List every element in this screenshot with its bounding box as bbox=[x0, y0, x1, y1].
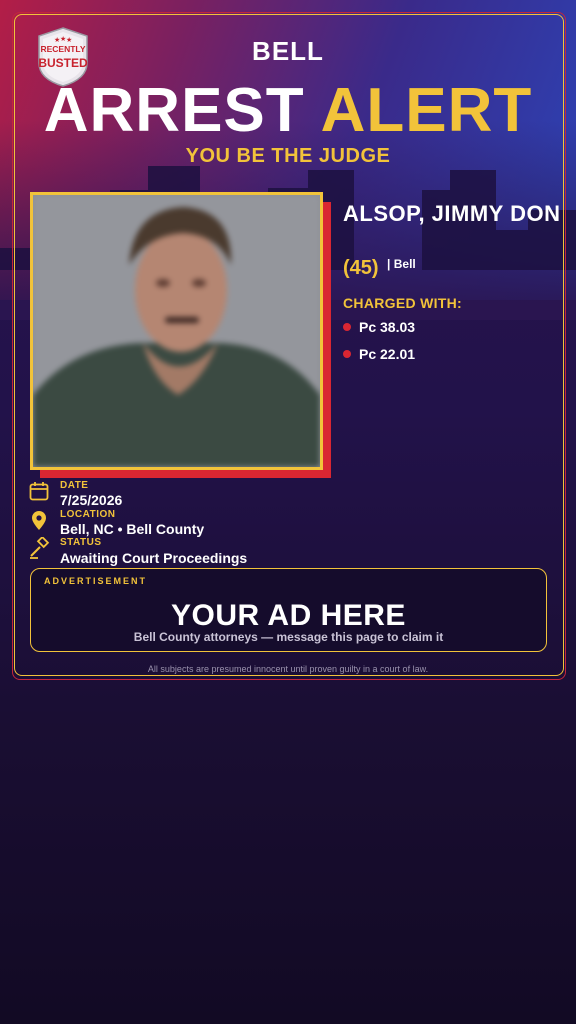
legal-disclaimer: All subjects are presumed innocent until… bbox=[147, 664, 429, 674]
ad-label: ADVERTISEMENT bbox=[44, 576, 148, 586]
bullet-dot-icon bbox=[343, 350, 351, 358]
status-value: Awaiting Court Proceedings bbox=[60, 550, 248, 566]
map-pin-icon bbox=[28, 509, 50, 531]
charge-item: Pc 22.01 bbox=[343, 346, 415, 362]
gavel-icon bbox=[28, 537, 50, 559]
advertisement-box[interactable]: ADVERTISEMENT YOUR AD HERE Bell County a… bbox=[30, 568, 547, 652]
subject-name: ALSOP, JIMMY DON bbox=[343, 201, 561, 226]
location-value: Bell, NC • Bell County bbox=[60, 521, 205, 537]
headline-alert: ALERT bbox=[320, 76, 533, 145]
location-label: LOCATION bbox=[60, 509, 116, 520]
subject-age: (45) bbox=[343, 257, 379, 279]
charge-text: Pc 38.03 bbox=[359, 319, 416, 335]
headline: ARREST ALERT bbox=[0, 80, 576, 142]
subject-location-short: | Bell bbox=[387, 257, 416, 271]
county-name: BELL bbox=[252, 36, 324, 66]
tagline: YOU BE THE JUDGE bbox=[185, 145, 391, 167]
mugshot-photo bbox=[30, 192, 323, 470]
ad-title: YOUR AD HERE bbox=[171, 599, 406, 632]
ad-subtitle: Bell County attorneys — message this pag… bbox=[133, 630, 444, 644]
age-row: (45) | Bell bbox=[343, 257, 416, 280]
status-label: STATUS bbox=[60, 537, 102, 548]
date-label: DATE bbox=[60, 480, 89, 491]
bullet-dot-icon bbox=[343, 323, 351, 331]
headline-arrest: ARREST bbox=[43, 76, 305, 145]
charged-with-heading: CHARGED WITH: bbox=[343, 295, 462, 311]
calendar-icon bbox=[28, 480, 50, 502]
charge-item: Pc 38.03 bbox=[343, 319, 415, 335]
date-value: 7/25/2026 bbox=[60, 492, 123, 508]
charge-text: Pc 22.01 bbox=[359, 346, 416, 362]
